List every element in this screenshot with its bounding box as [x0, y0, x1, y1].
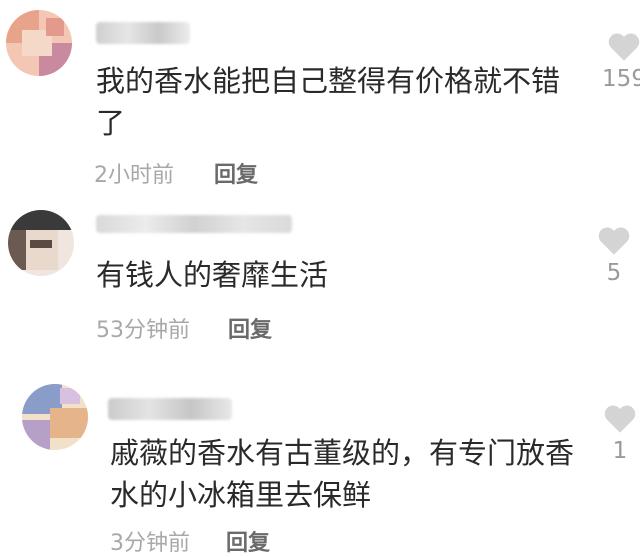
- comment-item: 戚薇的香水有古董级的，有专门放香 水的小冰箱里去保鲜 3分钟前 回复 1: [0, 370, 640, 556]
- comment-text: 有钱人的奢靡生活: [96, 254, 328, 296]
- comment-text: 我的香水能把自己整得有价格就不错 了: [96, 60, 560, 144]
- reply-button[interactable]: 回复: [226, 525, 270, 557]
- like-count: 159: [602, 66, 640, 92]
- comment-text-line: 水的小冰箱里去保鲜: [110, 478, 372, 512]
- avatar-image: [6, 10, 72, 76]
- avatar[interactable]: [6, 10, 72, 76]
- like-button[interactable]: 159: [594, 32, 640, 92]
- like-button[interactable]: 1: [590, 404, 640, 464]
- comment-text-line: 我的香水能把自己整得有价格就不错: [96, 64, 561, 98]
- like-count: 5: [606, 260, 622, 286]
- avatar-image: [8, 210, 74, 276]
- avatar-image: [22, 384, 88, 450]
- heart-icon: [604, 405, 636, 433]
- reply-button[interactable]: 回复: [228, 312, 272, 344]
- comment-text: 戚薇的香水有古董级的，有专门放香 水的小冰箱里去保鲜: [110, 432, 574, 516]
- like-count: 1: [612, 438, 628, 464]
- username[interactable]: [96, 22, 190, 44]
- avatar[interactable]: [22, 384, 88, 450]
- comment-time: 3分钟前: [110, 531, 190, 556]
- comment-time: 2小时前: [94, 163, 174, 188]
- like-button[interactable]: 5: [584, 226, 640, 286]
- avatar[interactable]: [8, 210, 74, 276]
- reply-button[interactable]: 回复: [214, 157, 258, 189]
- comment-time: 53分钟前: [96, 318, 190, 343]
- comment-text-line: 戚薇的香水有古董级的，有专门放香: [110, 436, 575, 470]
- username[interactable]: [108, 398, 232, 420]
- comment-item: 我的香水能把自己整得有价格就不错 了 2小时前 回复 159: [0, 0, 640, 200]
- comment-text-line: 有钱人的奢靡生活: [96, 258, 329, 292]
- comment-text-line: 了: [96, 106, 126, 140]
- heart-icon: [598, 227, 630, 255]
- comment-item: 有钱人的奢靡生活 53分钟前 回复 5: [0, 200, 640, 360]
- username[interactable]: [96, 215, 292, 233]
- heart-icon: [608, 33, 640, 61]
